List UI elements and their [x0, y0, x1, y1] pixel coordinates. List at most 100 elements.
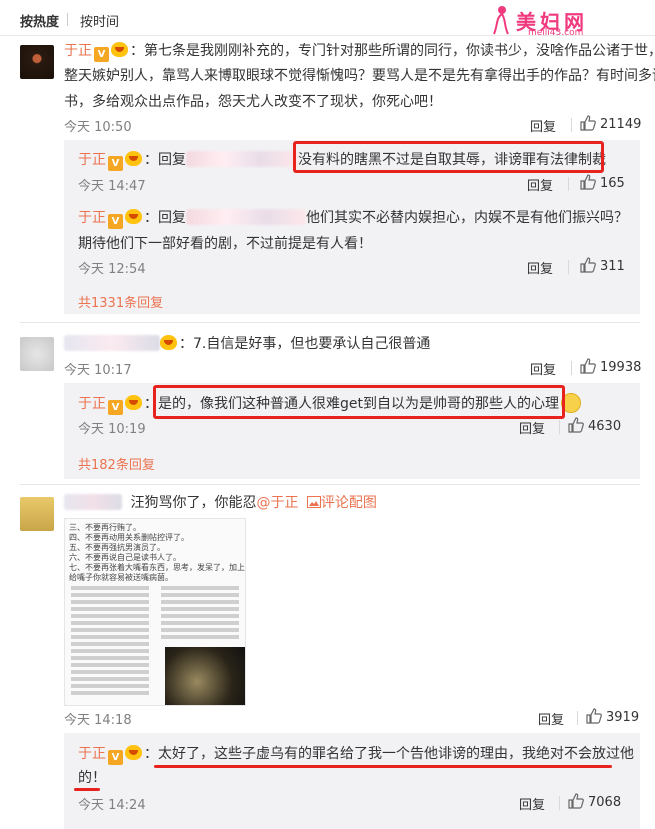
comment-time: 今天 10:17 — [64, 363, 132, 378]
comment-line: 汪狗骂你了，你能忍@于正 评论配图 — [64, 493, 377, 513]
verified-badge-icon: V — [108, 400, 123, 415]
replier-name[interactable]: 于正 — [78, 746, 106, 762]
action-divider — [568, 260, 569, 274]
reply-button[interactable]: 回复 — [519, 418, 545, 437]
member-badge-icon — [111, 42, 128, 57]
thumbs-up-icon — [580, 358, 596, 374]
reply-text: 期待他们下一部好看的剧，不过前提是有人看！ — [78, 236, 372, 252]
avatar[interactable] — [20, 337, 54, 371]
thumbs-up-icon — [586, 708, 602, 724]
replier-name[interactable]: 于正 — [78, 396, 106, 412]
verified-badge-icon: V — [94, 47, 109, 62]
highlight-underline — [74, 788, 100, 791]
thumbs-up-icon — [580, 257, 596, 273]
member-badge-icon — [160, 335, 177, 350]
like-count: 311 — [600, 259, 625, 274]
like-count: 3919 — [606, 710, 640, 725]
image-text-line: 四、不要再动用关系删帖控评了。 — [69, 533, 189, 542]
watermark-logo: 美妇网 meili43.com — [488, 4, 648, 38]
blurred-username — [186, 151, 298, 167]
replier-name[interactable]: 于正 — [78, 152, 106, 168]
comment-divider — [20, 322, 640, 323]
reply-button[interactable]: 回复 — [530, 359, 556, 378]
comment-time: 今天 14:18 — [64, 713, 132, 728]
reply-line: 于正 V ：太好了，这些子虚乌有的罪名给了我一个告他诽谤的理由，我绝对不会放过他 — [78, 744, 634, 765]
reply-button[interactable]: 回复 — [519, 794, 545, 813]
comment-text: ：7.自信是好事，但也要承认自己很普通 — [179, 336, 431, 352]
image-text-block — [71, 583, 149, 698]
member-badge-icon — [125, 151, 142, 166]
highlight-underline — [154, 765, 612, 768]
image-text-line: 给嘴子你就容易被送嘴病菌。 — [69, 573, 173, 582]
highlight-box — [293, 141, 604, 173]
verified-badge-icon: V — [108, 156, 123, 171]
image-text-line: 三、不要再行贿了。 — [69, 523, 141, 532]
like-button[interactable]: 19938 — [580, 358, 641, 375]
like-button[interactable]: 165 — [580, 174, 625, 191]
comment-line: ：7.自信是好事，但也要承认自己很普通 — [64, 334, 430, 354]
verified-badge-icon: V — [108, 214, 123, 229]
image-text-block — [161, 583, 239, 642]
like-button[interactable]: 4630 — [568, 417, 621, 434]
like-button[interactable]: 3919 — [586, 708, 639, 725]
like-button[interactable]: 21149 — [580, 115, 641, 132]
action-divider — [568, 177, 569, 191]
watermark-url: meili43.com — [528, 28, 584, 38]
comment-divider — [20, 484, 640, 485]
reply-time: 今天 14:47 — [78, 179, 146, 194]
lady-silhouette-icon — [493, 6, 509, 35]
like-count: 21149 — [600, 117, 642, 132]
highlight-box — [153, 385, 565, 419]
mention-link[interactable]: @于正 — [256, 495, 298, 511]
image-text-line: 六、不要再说自己是读书人了。 — [69, 553, 181, 562]
tab-by-time[interactable]: 按时间 — [80, 11, 119, 30]
more-replies-link[interactable]: 共182条回复 — [78, 454, 155, 473]
thumbs-up-icon — [568, 417, 584, 433]
verified-badge-icon: V — [108, 750, 123, 765]
comment-image[interactable]: 三、不要再行贿了。 四、不要再动用关系删帖控评了。 五、不要再强抗男演员了。 六… — [64, 518, 246, 706]
comment-text: 书，多给观众出点作品，怨天尤人改变不了现状，你死心吧！ — [64, 94, 442, 110]
comment-image-link[interactable]: 评论配图 — [321, 495, 377, 511]
member-badge-icon — [125, 745, 142, 760]
reply-button[interactable]: 回复 — [527, 258, 553, 277]
action-divider — [559, 420, 560, 434]
blurred-username — [64, 494, 122, 510]
reply-time: 今天 12:54 — [78, 262, 146, 277]
like-button[interactable]: 311 — [580, 257, 625, 274]
reply-text: ：太好了，这些子虚乌有的罪名给了我一个告他诽谤的理由，我绝对不会放过他 — [144, 746, 634, 762]
more-replies-link[interactable]: 共1331条回复 — [78, 292, 163, 311]
image-icon — [306, 496, 321, 508]
thumbs-up-icon — [580, 115, 596, 131]
like-button[interactable]: 7068 — [568, 793, 621, 810]
like-count: 7068 — [588, 795, 622, 810]
reply-button[interactable]: 回复 — [538, 709, 564, 728]
avatar[interactable] — [20, 497, 54, 531]
member-badge-icon — [125, 209, 142, 224]
reply-button[interactable]: 回复 — [527, 175, 553, 194]
blurred-username — [186, 209, 306, 225]
comment-line: 于正 V ：第七条是我刚刚补充的，专门针对那些所谓的同行，你读书少，没啥作品公诸于世… — [64, 41, 655, 62]
image-photo — [165, 647, 245, 705]
like-count: 165 — [600, 176, 625, 191]
replier-name[interactable]: 于正 — [78, 210, 106, 226]
action-divider — [571, 361, 572, 375]
reply-line: 于正 V ：回复 他们其实不必替内娱担心，内娱不是有他们振兴吗？ — [78, 208, 628, 229]
reply-prefix: ：回复 — [144, 152, 186, 168]
reply-time: 今天 14:24 — [78, 798, 146, 813]
thumbs-up-icon — [580, 174, 596, 190]
reply-prefix: ：回复 — [144, 210, 186, 226]
image-text-line: 七、不要再张着大嘴看东西，思考，发呆了，加上 — [69, 563, 245, 572]
comment-time: 今天 10:50 — [64, 120, 132, 135]
comment-text: 整天嫉妒别人，靠骂人来博取眼球不觉得惭愧吗？要骂人是不是先有拿得出手的作品？有时… — [64, 68, 655, 84]
image-text-line: 五、不要再强抗男演员了。 — [69, 543, 165, 552]
action-divider — [571, 118, 572, 132]
avatar[interactable] — [20, 45, 54, 79]
action-divider — [559, 796, 560, 810]
comment-text: ：第七条是我刚刚补充的，专门针对那些所谓的同行，你读书少，没啥作品公诸于世， — [130, 43, 655, 59]
reply-time: 今天 10:19 — [78, 422, 146, 437]
reply-button[interactable]: 回复 — [530, 116, 556, 135]
tab-by-hot[interactable]: 按热度 — [20, 11, 59, 30]
commenter-name[interactable]: 于正 — [64, 43, 92, 59]
blurred-username — [64, 335, 160, 351]
reply-text: 他们其实不必替内娱担心，内娱不是有他们振兴吗？ — [306, 210, 628, 226]
